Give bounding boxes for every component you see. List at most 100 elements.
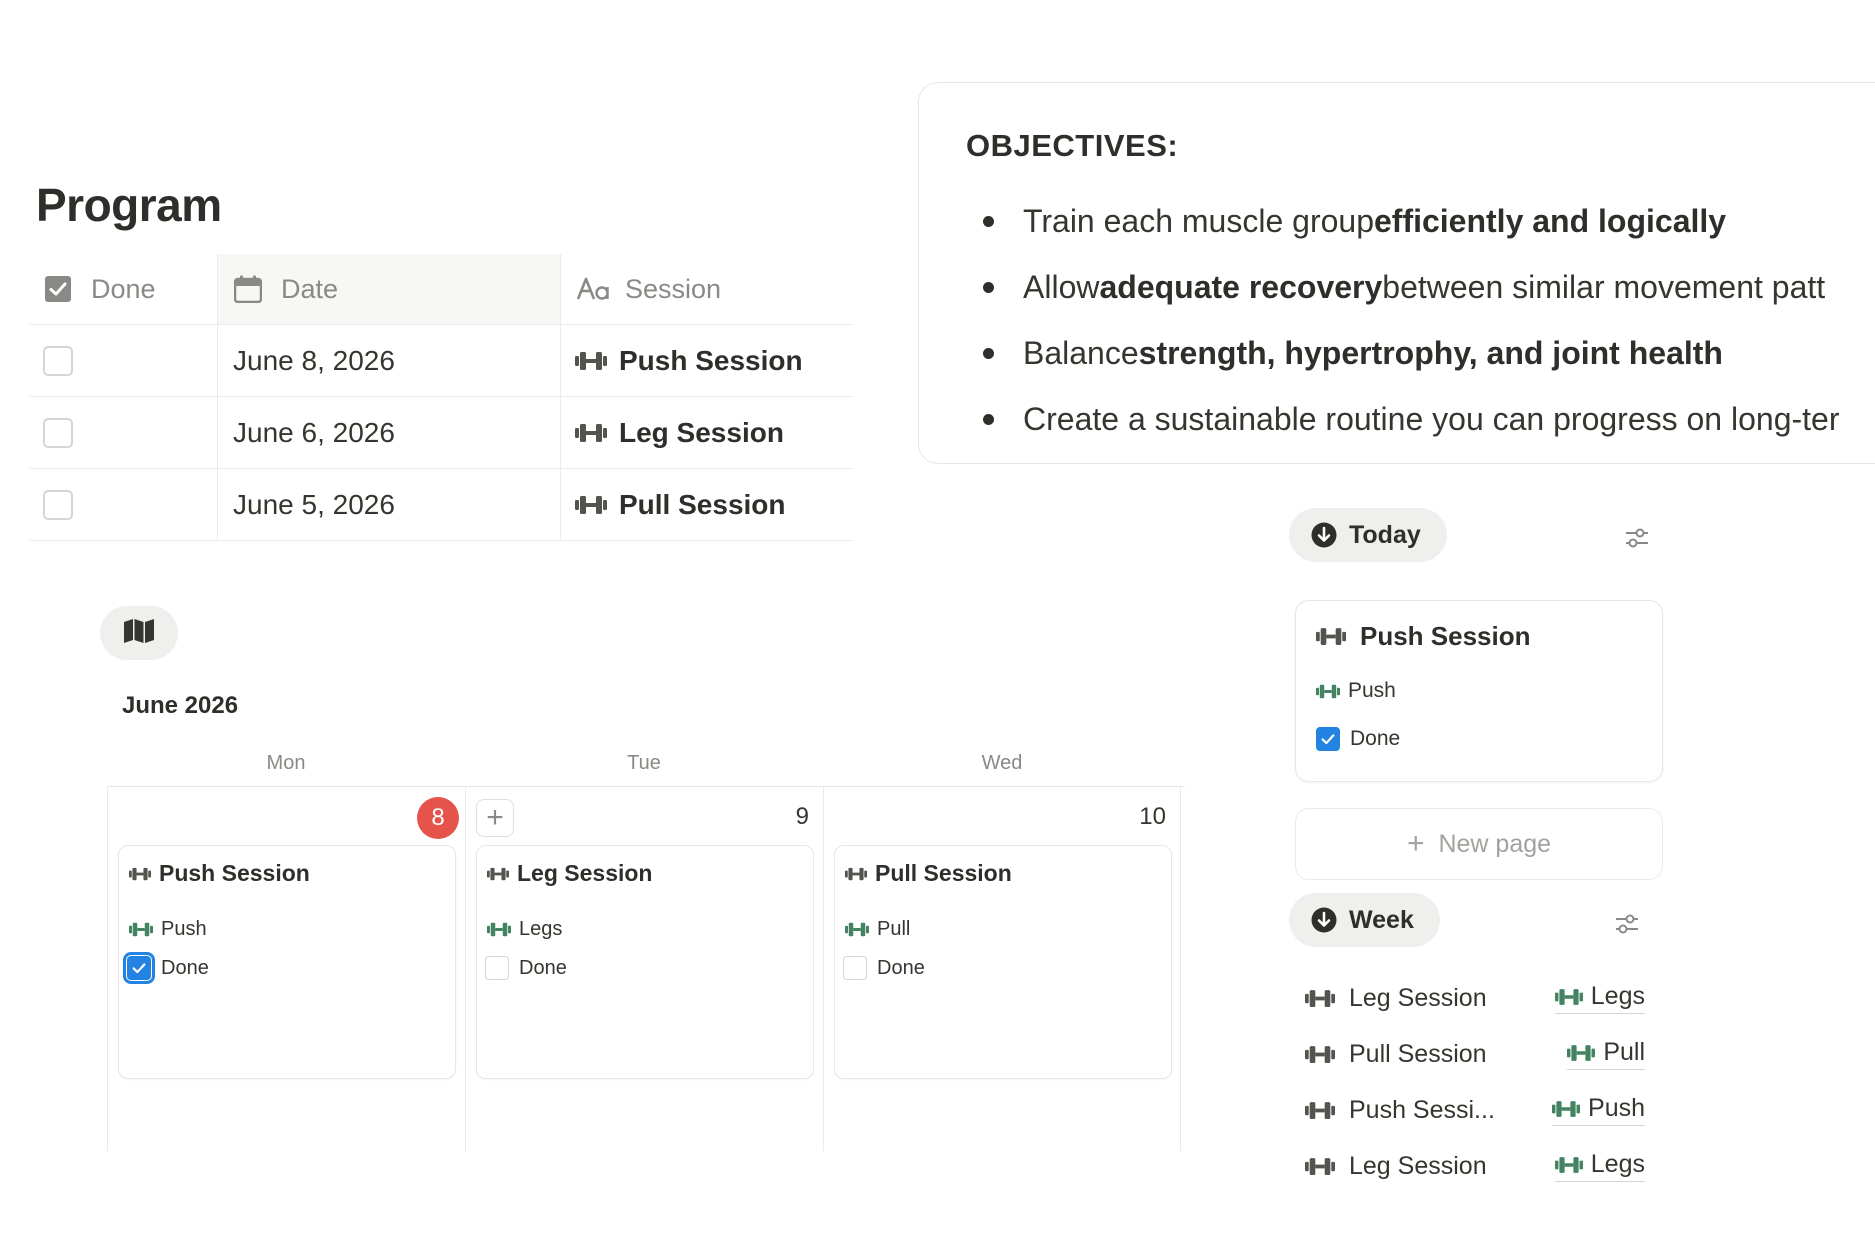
event-tag: Push xyxy=(129,918,207,941)
bullet-icon xyxy=(983,413,994,425)
list-item[interactable]: Pull Session Pull xyxy=(1305,1026,1645,1082)
today-session-card[interactable]: Push Session Push Done xyxy=(1295,600,1663,782)
date-cell[interactable]: June 5, 2026 xyxy=(217,469,561,540)
page-title: Program xyxy=(36,179,222,231)
dumbbell-icon xyxy=(575,351,607,371)
event-tag: Legs xyxy=(487,918,562,941)
table-row[interactable]: June 8, 2026 Push Session xyxy=(29,325,852,397)
dumbbell-icon xyxy=(1555,1156,1583,1174)
bullet-icon xyxy=(983,215,994,227)
dumbbell-icon xyxy=(845,922,869,937)
program-table: Done Date Session June 8, 2026 Push Sess… xyxy=(29,254,852,541)
view-switcher-button[interactable] xyxy=(100,606,178,660)
weekday-header: Mon xyxy=(266,752,306,774)
done-checkbox[interactable] xyxy=(1316,727,1340,751)
list-item[interactable]: Push Sessi... Push xyxy=(1305,1082,1645,1138)
dumbbell-icon xyxy=(1316,627,1346,646)
list-item: Train each muscle group efficiently and … xyxy=(983,188,1839,254)
table-row[interactable]: June 5, 2026 Pull Session xyxy=(29,469,852,541)
column-header-session[interactable]: Session xyxy=(561,254,852,324)
date-cell[interactable]: June 6, 2026 xyxy=(217,397,561,468)
list-item: Create a sustainable routine you can pro… xyxy=(983,386,1839,452)
today-view-tab[interactable]: Today xyxy=(1289,508,1447,562)
card-title: Push Session xyxy=(1316,621,1531,652)
done-checkbox[interactable] xyxy=(843,956,867,980)
done-checkbox[interactable] xyxy=(43,489,73,520)
event-title: Push Session xyxy=(129,860,310,887)
calendar-month-label: June 2026 xyxy=(122,692,239,719)
new-page-button[interactable]: + New page xyxy=(1295,808,1663,880)
event-tag: Pull xyxy=(845,918,910,941)
dumbbell-icon xyxy=(1305,1157,1335,1176)
day-number: 9 xyxy=(795,803,809,830)
list-item: Balance strength, hypertrophy, and joint… xyxy=(983,320,1839,386)
column-header-label: Done xyxy=(91,273,156,304)
weekday-header: Tue xyxy=(627,752,661,774)
dumbbell-icon xyxy=(1316,684,1340,699)
list-item[interactable]: Leg Session Legs xyxy=(1305,970,1645,1026)
calendar-day-cell[interactable]: 10 Pull Session Pull Done xyxy=(823,787,1181,1151)
arrow-down-circle-icon xyxy=(1311,522,1337,548)
column-header-label: Date xyxy=(281,273,339,304)
list-item[interactable]: Leg Session Legs xyxy=(1305,1138,1645,1194)
dumbbell-icon xyxy=(129,867,151,881)
card-tag: Push xyxy=(1316,679,1396,703)
dumbbell-icon xyxy=(1567,1044,1595,1062)
dumbbell-icon xyxy=(129,922,153,937)
filter-settings-icon[interactable] xyxy=(1622,523,1652,553)
objectives-list: Train each muscle group efficiently and … xyxy=(983,188,1839,452)
calendar-grid: 8 Push Session Push Done + 9 Leg Session xyxy=(107,786,1185,1151)
calendar-day-cell[interactable]: 8 Push Session Push Done xyxy=(107,787,465,1151)
event-done-property: Done xyxy=(123,952,209,984)
week-session-list: Leg Session Legs Pull Session Pull Push … xyxy=(1305,970,1645,1194)
calendar-day-cell[interactable]: + 9 Leg Session Legs Done xyxy=(465,787,823,1151)
done-checkbox[interactable] xyxy=(485,956,509,980)
add-event-button[interactable]: + xyxy=(476,799,514,837)
done-checkbox[interactable] xyxy=(123,952,155,984)
dumbbell-icon xyxy=(1305,1101,1335,1120)
column-header-done[interactable]: Done xyxy=(29,254,217,324)
event-done-property: Done xyxy=(843,956,925,980)
event-done-property: Done xyxy=(485,956,567,980)
calendar-event-card[interactable]: Push Session Push Done xyxy=(118,845,456,1079)
weekday-header: Wed xyxy=(981,752,1023,774)
today-date-badge: 8 xyxy=(417,797,459,839)
session-title: Pull Session xyxy=(619,488,786,520)
plus-icon: + xyxy=(1406,827,1425,860)
dumbbell-icon xyxy=(845,867,867,881)
calendar-event-card[interactable]: Leg Session Legs Done xyxy=(476,845,814,1079)
card-done-property: Done xyxy=(1316,727,1400,751)
done-checkbox[interactable] xyxy=(43,417,73,448)
list-item: Allow adequate recovery between similar … xyxy=(983,254,1839,320)
column-header-date[interactable]: Date xyxy=(217,254,561,324)
dumbbell-icon xyxy=(1305,989,1335,1008)
bullet-icon xyxy=(983,281,994,293)
calendar-icon xyxy=(233,274,263,304)
table-row[interactable]: June 6, 2026 Leg Session xyxy=(29,397,852,469)
session-cell[interactable]: Leg Session xyxy=(561,397,852,468)
event-title: Leg Session xyxy=(487,860,652,887)
done-checkbox[interactable] xyxy=(43,345,73,376)
session-cell[interactable]: Push Session xyxy=(561,325,852,396)
week-view-tab[interactable]: Week xyxy=(1289,893,1440,947)
objectives-title: OBJECTIVES: xyxy=(966,128,1179,163)
text-property-icon xyxy=(575,274,613,304)
dumbbell-icon xyxy=(1552,1100,1580,1118)
session-cell[interactable]: Pull Session xyxy=(561,469,852,540)
map-icon xyxy=(123,618,155,649)
dumbbell-icon xyxy=(1555,988,1583,1006)
date-cell[interactable]: June 8, 2026 xyxy=(217,325,561,396)
calendar-event-card[interactable]: Pull Session Pull Done xyxy=(834,845,1172,1079)
dumbbell-icon xyxy=(487,922,511,937)
dumbbell-icon xyxy=(575,495,607,515)
dumbbell-icon xyxy=(1305,1045,1335,1064)
arrow-down-circle-icon xyxy=(1311,907,1337,933)
column-header-label: Session xyxy=(625,273,722,304)
filter-settings-icon[interactable] xyxy=(1612,909,1642,939)
dumbbell-icon xyxy=(575,423,607,443)
session-title: Leg Session xyxy=(619,416,784,448)
session-title: Push Session xyxy=(619,344,803,376)
table-header: Done Date Session xyxy=(29,254,852,325)
day-number: 10 xyxy=(1139,803,1166,830)
dumbbell-icon xyxy=(487,867,509,881)
